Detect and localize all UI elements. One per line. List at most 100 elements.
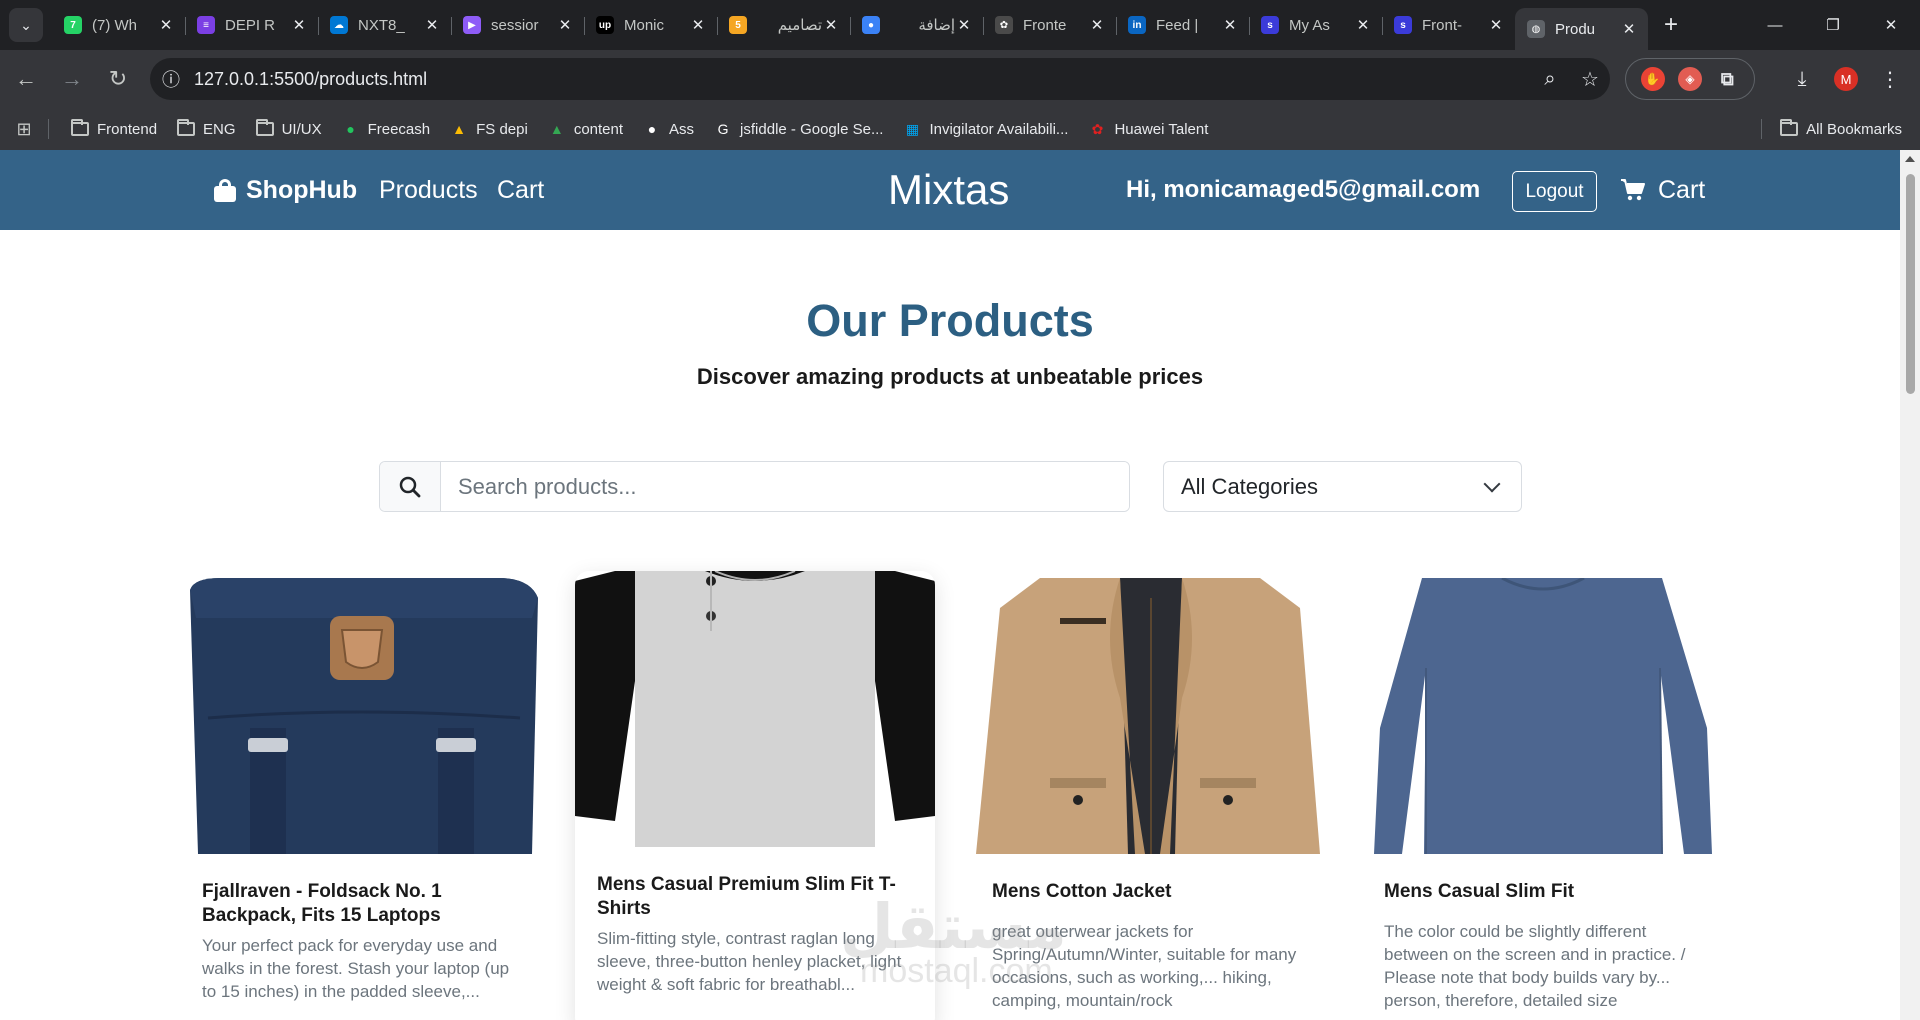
browser-tab[interactable]: s My As ✕	[1249, 7, 1382, 43]
site-center-title: Mixtas	[888, 166, 1010, 213]
tab-close-icon[interactable]: ✕	[423, 16, 441, 34]
back-icon[interactable]: ←	[6, 59, 46, 99]
menu-kebab-icon[interactable]: ⋮	[1868, 58, 1912, 100]
bookmarks-divider	[48, 119, 49, 139]
extension-red-icon[interactable]: ✋	[1640, 67, 1665, 91]
scrollbar-thumb[interactable]	[1906, 174, 1915, 394]
bookmark-item[interactable]: ● Freecash	[332, 120, 441, 138]
browser-tab[interactable]: in Feed | ✕	[1116, 7, 1249, 43]
bookmark-label: Freecash	[367, 120, 431, 138]
site-navbar: ShopHub Products Cart Mixtas Hi, monicam…	[0, 150, 1900, 230]
tab-close-icon[interactable]: ✕	[822, 16, 840, 34]
product-description: Your perfect pack for everyday use and w…	[202, 936, 510, 1001]
tab-close-icon[interactable]: ✕	[1221, 16, 1239, 34]
search-bar	[379, 461, 1130, 512]
brand-name: ShopHub	[246, 175, 358, 204]
browser-tab[interactable]: up Monic ✕	[584, 7, 717, 43]
new-tab-button[interactable]: +	[1654, 8, 1688, 42]
product-image-jacket	[970, 578, 1332, 854]
bookmarks-bar: ⊞ Frontend ENG UI/UX ● Freecash ▲ FS depi ▲ cont…	[0, 108, 1920, 150]
browser-tab-strip: ⌄ 7 (7) Wh ✕ ≡ DEPI R ✕ ☁ NXT8_ ✕ ▶ sessior ✕ up Moni…	[0, 0, 1920, 50]
nav-products-link[interactable]: Products	[379, 150, 478, 230]
tab-title: DEPI R	[225, 16, 276, 34]
bookmark-item[interactable]: ✿ Huawei Talent	[1078, 120, 1218, 138]
search-input[interactable]	[441, 462, 1129, 511]
header-cart-link[interactable]: Cart	[1620, 150, 1705, 230]
page-scrollbar[interactable]	[1900, 150, 1920, 1020]
tab-title: My As	[1289, 16, 1330, 34]
site-info-icon[interactable]: ⓘ	[150, 58, 192, 100]
tab-close-icon[interactable]: ✕	[1620, 20, 1638, 38]
folder-icon	[71, 119, 89, 138]
bookmark-item[interactable]: ENG	[167, 119, 246, 138]
tab-search-button[interactable]: ⌄	[9, 8, 43, 42]
google-icon: G	[717, 121, 729, 137]
tab-title: تصاميم	[777, 17, 822, 34]
depi-icon: ≡	[197, 16, 215, 34]
search-icon	[380, 462, 441, 511]
product-title[interactable]: Fjallraven - Foldsack No. 1 Backpack, Fi…	[202, 880, 524, 928]
tab-close-icon[interactable]: ✕	[689, 16, 707, 34]
bookmark-item[interactable]: ▦ Invigilator Availabili...	[893, 120, 1078, 138]
bookmark-item[interactable]: ▲ content	[538, 120, 633, 138]
close-window-button[interactable]: ✕	[1862, 0, 1920, 50]
category-select[interactable]: All Categories	[1163, 461, 1522, 512]
tab-close-icon[interactable]: ✕	[157, 16, 175, 34]
logout-button[interactable]: Logout	[1512, 171, 1597, 212]
category-selected-value: All Categories	[1181, 473, 1318, 499]
bookmark-label: jsfiddle - Google Se...	[740, 120, 884, 138]
video-icon: ▶	[463, 16, 481, 34]
extensions-puzzle-icon[interactable]: ⧉	[1715, 67, 1739, 91]
product-card[interactable]: Fjallraven - Foldsack No. 1 Backpack, Fi…	[180, 578, 542, 1020]
extension-shield-icon[interactable]: ◈	[1677, 67, 1702, 91]
folder-icon	[1780, 119, 1799, 138]
bookmark-item[interactable]: Gjsfiddle - Google Se...	[704, 120, 893, 138]
tab-close-icon[interactable]: ✕	[1354, 16, 1372, 34]
product-title[interactable]: Mens Casual Slim Fit	[1384, 880, 1706, 904]
tab-title: Monic	[624, 16, 665, 34]
bookmark-item[interactable]: ▲ FS depi	[440, 120, 538, 138]
browser-tab[interactable]: ◍ Produ ✕	[1515, 8, 1648, 50]
github-icon: ●	[647, 121, 657, 137]
forward-icon[interactable]: →	[52, 59, 92, 99]
bookmark-item[interactable]: UI/UX	[246, 119, 332, 138]
bookmark-label: Invigilator Availabili...	[929, 120, 1069, 138]
bookmark-star-icon[interactable]: ☆	[1570, 59, 1610, 99]
linkedin-icon: in	[1128, 16, 1146, 34]
nav-cart-link[interactable]: Cart	[497, 150, 544, 230]
browser-tab[interactable]: ≡ DEPI R ✕	[185, 7, 318, 43]
tab-close-icon[interactable]: ✕	[1487, 16, 1505, 34]
cart-label: Cart	[1658, 175, 1706, 204]
browser-tab[interactable]: 5 تصاميم ✕	[717, 7, 850, 43]
browser-tab[interactable]: s Front- ✕	[1382, 7, 1515, 43]
bookmark-label: Ass	[669, 120, 695, 138]
app-icon: s	[1394, 16, 1412, 34]
download-icon[interactable]: ⤓	[1780, 58, 1824, 100]
tab-title: Front-	[1422, 16, 1463, 34]
all-bookmarks-button[interactable]: All Bookmarks	[1770, 119, 1912, 138]
five-icon: 5	[729, 16, 747, 34]
bookmark-item[interactable]: Frontend	[61, 119, 167, 138]
address-bar[interactable]: ⓘ 127.0.0.1:5500/products.html ⌕ ☆	[150, 58, 1610, 100]
minimize-button[interactable]: —	[1746, 0, 1804, 50]
browser-tab[interactable]: 7 (7) Wh ✕	[52, 7, 185, 43]
browser-tab[interactable]: ☁ NXT8_ ✕	[318, 7, 451, 43]
scroll-up-arrow-icon[interactable]	[1905, 156, 1915, 162]
profile-avatar[interactable]: M	[1834, 67, 1858, 91]
zoom-icon[interactable]: ⌕	[1530, 59, 1570, 99]
reload-icon[interactable]: ↻	[98, 59, 138, 99]
url-text[interactable]: 127.0.0.1:5500/products.html	[194, 69, 427, 90]
tab-close-icon[interactable]: ✕	[1088, 16, 1106, 34]
bookmark-item[interactable]: ● Ass	[633, 120, 704, 138]
browser-tab[interactable]: ✿ Fronte ✕	[983, 7, 1116, 43]
browser-tab[interactable]: ▶ sessior ✕	[451, 7, 584, 43]
brand-link[interactable]: ShopHub	[214, 150, 357, 230]
tab-close-icon[interactable]: ✕	[290, 16, 308, 34]
tab-close-icon[interactable]: ✕	[955, 16, 973, 34]
apps-grid-icon[interactable]: ⊞	[0, 119, 48, 140]
product-card[interactable]: Mens Casual Slim Fit The color could be …	[1362, 578, 1724, 1020]
restore-button[interactable]: ❐	[1804, 0, 1862, 50]
browser-tab[interactable]: ● إضافة ✕	[850, 7, 983, 43]
tab-close-icon[interactable]: ✕	[556, 16, 574, 34]
page-subtitle: Discover amazing products at unbeatable …	[696, 364, 1204, 389]
